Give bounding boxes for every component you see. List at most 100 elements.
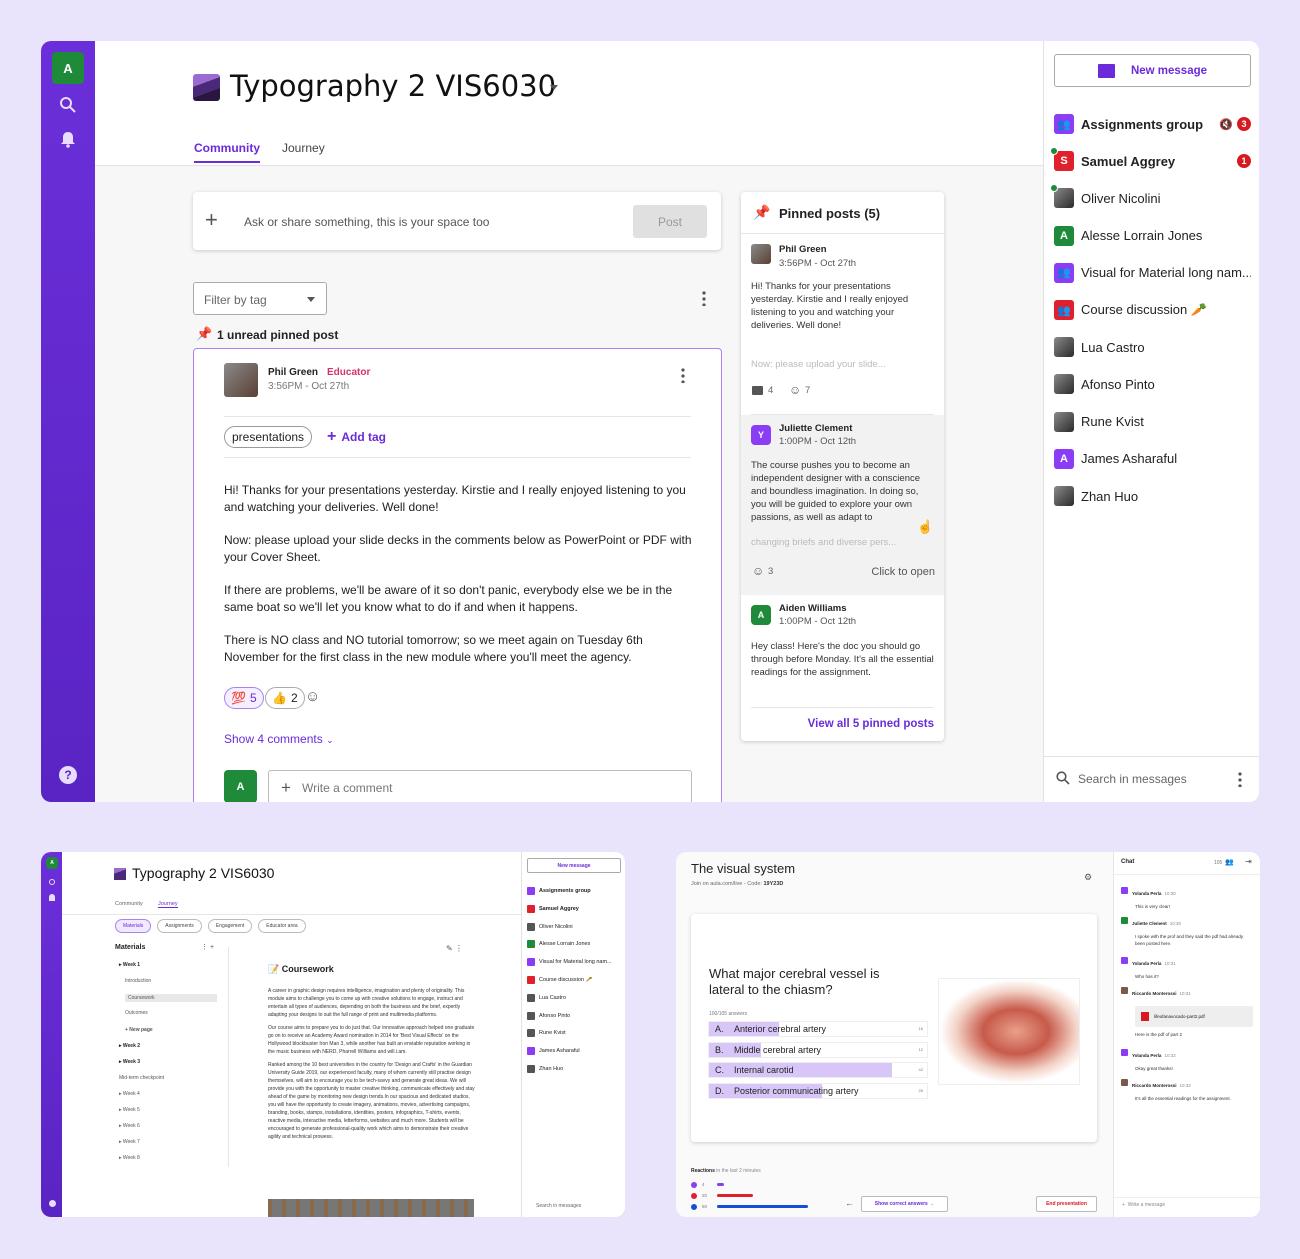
conversation-item[interactable]: Samuel Aggrey [527, 904, 622, 914]
user-avatar[interactable]: A [46, 857, 58, 869]
search-messages[interactable]: Search in messages [536, 1203, 581, 1209]
chat-message: Juliette Clement 10:30 I spoke with the pr… [1121, 912, 1253, 947]
author-avatar[interactable] [224, 363, 258, 397]
conversation-item[interactable]: Visual for Material long nam... [527, 957, 622, 967]
tag-chip[interactable]: presentations [224, 426, 313, 448]
help-icon[interactable]: ? [59, 766, 77, 784]
post-button[interactable]: Post [633, 205, 707, 238]
conversation-name: Visual for Material long nam... [539, 959, 612, 966]
tree-item[interactable]: ▸ Week 2 [119, 1043, 217, 1049]
chip-engagement[interactable]: Engagement [207, 919, 253, 933]
course-title[interactable]: Typography 2 VIS6030 [132, 865, 274, 881]
tree-item[interactable]: ▸ Week 4 [119, 1091, 217, 1097]
conversation-item[interactable]: Alesse Lorrain Jones [527, 939, 622, 949]
author-name[interactable]: Phil Green [268, 367, 318, 378]
file-attachment[interactable]: lifeofanavocado-part2.pdf [1135, 1006, 1253, 1027]
tab-journey[interactable]: Journey [282, 141, 325, 155]
search-icon [1056, 771, 1070, 785]
conversation-item[interactable]: Lua Castro [1054, 335, 1251, 359]
view-all-pinned-link[interactable]: View all 5 pinned posts [808, 718, 934, 730]
tree-item[interactable]: ▸ Week 6 [119, 1123, 217, 1129]
edit-icon[interactable]: ✎ ⋮ [446, 944, 463, 953]
search-icon[interactable] [49, 879, 55, 885]
tree-item[interactable]: Introduction [125, 978, 217, 984]
click-to-open[interactable]: Click to open [871, 566, 935, 578]
new-message-button[interactable]: New message [527, 858, 621, 873]
conversation-item[interactable]: Afonso Pinto [1054, 372, 1251, 396]
search-messages[interactable]: Search in messages [1056, 770, 1241, 790]
conversation-item[interactable]: Assignments group [527, 886, 622, 896]
conversation-item[interactable]: A James Asharaful [1054, 447, 1251, 471]
tab-journey[interactable]: Journey [158, 901, 178, 908]
materials-more-icon[interactable]: ⋮ + [201, 943, 214, 951]
tab-community[interactable]: Community [115, 901, 143, 907]
tree-item[interactable]: ▸ Week 7 [119, 1139, 217, 1145]
conversation-item[interactable]: Oliver Nicolini [1050, 184, 1251, 210]
exit-icon[interactable]: ⇥ [1245, 857, 1252, 866]
feed-more-icon[interactable] [702, 290, 706, 306]
conversation-item[interactable]: S Samuel Aggrey 1 [1050, 147, 1251, 173]
conversation-item[interactable]: Course discussion 🥕 [527, 975, 622, 985]
course-dropdown-icon[interactable] [550, 85, 558, 90]
conversation-item[interactable]: Zhan Huo [1054, 484, 1251, 508]
pdf-icon [1141, 1012, 1149, 1021]
tree-item[interactable]: + New page [125, 1027, 217, 1033]
post-composer: + Ask or share something, this is your s… [193, 192, 721, 250]
conversation-item[interactable]: Zhan Huo [527, 1064, 622, 1074]
tree-item[interactable]: Coursework [125, 994, 217, 1002]
conversation-item[interactable]: A Alesse Lorrain Jones [1054, 224, 1251, 248]
conversation-item[interactable]: Lua Castro [527, 993, 622, 1003]
pinned-item[interactable]: A Aiden Williams 1:00PM - Oct 12th Hey c… [741, 595, 944, 705]
tree-item[interactable]: ▸ Week 5 [119, 1107, 217, 1113]
bell-icon[interactable] [49, 894, 55, 901]
chip-educator-area[interactable]: Educator area [258, 919, 306, 933]
post-time: 1:00PM - Oct 12th [779, 436, 857, 447]
tree-item[interactable]: ▸ Week 3 [119, 1059, 217, 1065]
reaction-thumbs-up[interactable]: 👍 2 [265, 687, 305, 709]
muted-icon: 🔇 [1219, 118, 1233, 131]
chat-more-icon[interactable] [1238, 771, 1242, 787]
add-reaction-icon[interactable]: ☺ [305, 688, 320, 705]
conversation-item[interactable]: Afonso Pinto [527, 1011, 622, 1021]
settings-icon[interactable]: ⚙ [1084, 872, 1092, 883]
chip-materials[interactable]: Materials [115, 919, 152, 933]
show-answers-button[interactable]: Show correct answers → [861, 1196, 948, 1212]
avatar [527, 922, 535, 931]
conversation-item[interactable]: Oliver Nicolini [527, 922, 622, 932]
post-more-icon[interactable] [681, 367, 685, 383]
back-arrow-icon[interactable]: ← [845, 1198, 854, 1208]
help-icon[interactable] [49, 1200, 56, 1207]
author-name: Juliette Clement [779, 423, 853, 434]
conversation-item[interactable]: Rune Kvist [527, 1028, 622, 1038]
tab-community[interactable]: Community [194, 141, 260, 163]
pinned-item-hovered[interactable]: Y Juliette Clement 1:00PM - Oct 12th The… [741, 415, 944, 595]
conversation-item[interactable]: 👥 Course discussion 🥕 [1054, 298, 1251, 322]
new-message-button[interactable]: New message [1054, 54, 1251, 87]
end-presentation-button[interactable]: End presentation [1036, 1196, 1097, 1212]
add-tag-button[interactable]: + Add tag [327, 428, 386, 446]
composer-input[interactable]: Ask or share something, this is your spa… [244, 215, 489, 229]
bell-icon[interactable] [59, 130, 77, 148]
filter-by-tag[interactable]: Filter by tag [193, 282, 327, 315]
reaction-100[interactable]: 💯 5 [224, 687, 264, 709]
option-text: Middle cerebral artery [734, 1044, 822, 1055]
chip-assignments[interactable]: Assignments [157, 919, 202, 933]
conversation-item[interactable]: Rune Kvist [1054, 410, 1251, 434]
search-icon[interactable] [59, 96, 77, 114]
course-title[interactable]: Typography 2 VIS6030 [230, 69, 556, 103]
user-avatar[interactable]: A [52, 52, 84, 84]
tree-item[interactable]: Mid-term checkpoint [119, 1075, 217, 1081]
plus-icon[interactable]: + [205, 207, 218, 233]
conversation-item[interactable]: James Asharaful [527, 1046, 622, 1056]
comment-input[interactable]: + Write a comment [268, 770, 692, 802]
tree-item[interactable]: ▸ Week 1 [119, 962, 217, 968]
pinned-item[interactable]: Phil Green 3:56PM - Oct 27th Hi! Thanks … [741, 234, 944, 414]
pinned-title: Pinned posts (5) [779, 206, 881, 221]
conversation-item[interactable]: 👥 Visual for Material long nam... [1054, 261, 1251, 285]
conversation-item[interactable]: 👥 Assignments group 🔇 3 [1054, 112, 1251, 136]
file-name: lifeofanavocado-part2.pdf [1154, 1014, 1205, 1019]
show-comments-link[interactable]: Show 4 comments ⌄ [224, 732, 334, 746]
tree-item[interactable]: ▸ Week 8 [119, 1155, 217, 1161]
tree-item[interactable]: Outcomes [125, 1010, 217, 1016]
write-message-input[interactable]: + Write a message [1122, 1202, 1165, 1208]
